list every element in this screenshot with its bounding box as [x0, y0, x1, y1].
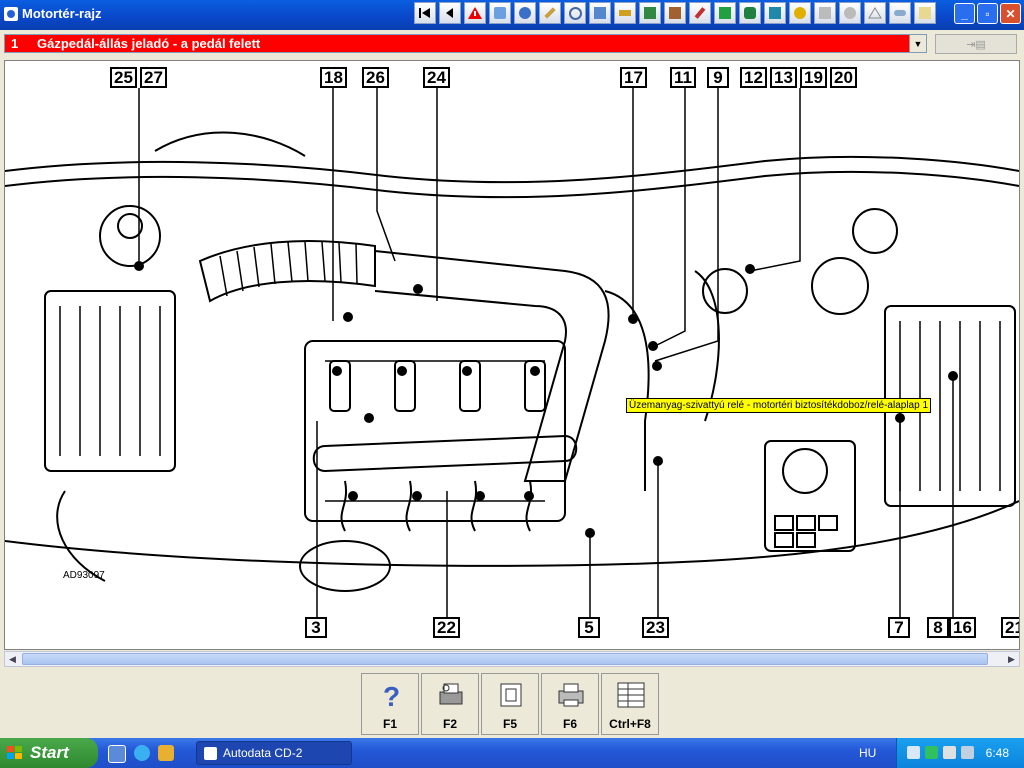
window-controls: _ ▫ ✕ — [952, 3, 1021, 24]
callout-label-24[interactable]: 24 — [423, 67, 450, 88]
filter-icon[interactable] — [614, 2, 636, 24]
f1-help-button[interactable]: ? F1 — [361, 673, 419, 735]
battery-icon[interactable] — [639, 2, 661, 24]
component-name: Gázpedál-állás jeladó - a pedál felett — [37, 36, 261, 51]
chevron-down-icon[interactable]: ▼ — [909, 35, 926, 52]
component-icon — [500, 683, 522, 707]
horizontal-scrollbar[interactable]: ◀ ▶ — [4, 651, 1020, 667]
gear-icon[interactable] — [514, 2, 536, 24]
maximize-button[interactable]: ▫ — [977, 3, 998, 24]
hand-icon[interactable] — [814, 2, 836, 24]
callout-label-11[interactable]: 11 — [670, 67, 696, 88]
ctrl-f8-list-button[interactable]: Ctrl+F8 — [601, 673, 659, 735]
circuit-icon[interactable] — [764, 2, 786, 24]
f6-print-button[interactable]: F6 — [541, 673, 599, 735]
printer-icon — [558, 683, 584, 707]
callout-label-9[interactable]: 9 — [707, 67, 729, 88]
media-player-icon[interactable] — [158, 745, 174, 761]
component-number: 1 — [11, 36, 19, 51]
callout-label-17[interactable]: 17 — [620, 67, 647, 88]
callout-label-18[interactable]: 18 — [320, 67, 347, 88]
goto-component-button[interactable]: ⇥▤ — [935, 34, 1017, 54]
callout-label-22[interactable]: 22 — [433, 617, 460, 638]
connector-icon[interactable] — [739, 2, 761, 24]
volume-icon[interactable] — [961, 746, 974, 759]
show-desktop-icon[interactable] — [108, 745, 126, 763]
taskbar-app-label: Autodata CD-2 — [223, 746, 303, 760]
prev-icon[interactable] — [439, 2, 461, 24]
autodata-app-icon — [204, 747, 217, 760]
clock: 6:48 — [985, 746, 1009, 760]
pencil-icon[interactable] — [689, 2, 711, 24]
warning-icon[interactable] — [464, 2, 486, 24]
engine-bay-drawing[interactable]: 25 27 18 26 24 17 11 9 12 13 19 20 3 22 … — [4, 60, 1020, 650]
f2-label: F2 — [442, 717, 457, 731]
drawing-code: AD93097 — [63, 570, 105, 581]
network-icon[interactable] — [907, 746, 920, 759]
display-icon[interactable] — [943, 746, 956, 759]
ctrl-f8-label: Ctrl+F8 — [609, 717, 651, 731]
function-key-bar: ? F1 F2 F5 F6 Ctrl+F8 — [361, 673, 661, 737]
car-icon[interactable] — [889, 2, 911, 24]
callout-label-19[interactable]: 19 — [800, 67, 827, 88]
triangle-icon[interactable] — [864, 2, 886, 24]
bulb-icon[interactable] — [839, 2, 861, 24]
callout-label-5[interactable]: 5 — [578, 617, 600, 638]
info-icon[interactable] — [914, 2, 936, 24]
callout-label-25[interactable]: 25 — [110, 67, 137, 88]
f5-component-button[interactable]: F5 — [481, 673, 539, 735]
callout-label-21[interactable]: 21 — [1001, 617, 1019, 638]
callout-label-13[interactable]: 13 — [770, 67, 797, 88]
callout-label-26[interactable]: 26 — [362, 67, 389, 88]
quick-launch — [108, 745, 182, 763]
f1-label: F1 — [382, 717, 397, 731]
start-button[interactable]: Start — [0, 738, 98, 768]
help-icon: ? — [383, 681, 400, 710]
callout-label-20[interactable]: 20 — [830, 67, 857, 88]
print-preview-icon — [439, 683, 463, 705]
window-title: Motortér-rajz — [22, 6, 102, 21]
list-icon — [617, 682, 645, 708]
callout-label-3[interactable]: 3 — [305, 617, 327, 638]
relay-icon[interactable] — [714, 2, 736, 24]
internet-explorer-icon[interactable] — [134, 745, 150, 761]
key-icon[interactable] — [789, 2, 811, 24]
engine-icon[interactable] — [664, 2, 686, 24]
svg-text:?: ? — [383, 681, 400, 710]
callout-label-8[interactable]: 8 — [927, 617, 949, 638]
first-icon[interactable] — [414, 2, 436, 24]
start-label: Start — [30, 743, 69, 762]
f6-label: F6 — [562, 717, 577, 731]
taskbar: Start Autodata CD-2 HU 6:48 — [0, 738, 1024, 768]
system-tray: 6:48 — [896, 738, 1024, 768]
toolbar — [414, 2, 939, 26]
callout-label-27[interactable]: 27 — [140, 67, 167, 88]
goto-icon: ⇥▤ — [966, 38, 986, 51]
f5-label: F5 — [502, 717, 517, 731]
component-tooltip: Üzemanyag-szivattyú relé - motortéri biz… — [626, 398, 932, 413]
diagram-icon[interactable] — [589, 2, 611, 24]
wrench-icon[interactable] — [539, 2, 561, 24]
engine-line-art — [5, 88, 1019, 617]
close-button[interactable]: ✕ — [1000, 3, 1021, 24]
callout-label-12[interactable]: 12 — [740, 67, 767, 88]
security-icon[interactable] — [925, 746, 938, 759]
windows-logo-icon — [7, 746, 23, 760]
taskbar-app-autodata[interactable]: Autodata CD-2 — [196, 741, 352, 765]
callout-label-16[interactable]: 16 — [949, 617, 976, 638]
scroll-right-icon[interactable]: ▶ — [1004, 652, 1019, 666]
minimize-button[interactable]: _ — [954, 3, 975, 24]
callout-label-23[interactable]: 23 — [642, 617, 669, 638]
f2-print-preview-button[interactable]: F2 — [421, 673, 479, 735]
app-icon[interactable] — [4, 7, 18, 21]
scroll-thumb[interactable] — [22, 653, 988, 665]
language-indicator[interactable]: HU — [859, 746, 876, 760]
scroll-left-icon[interactable]: ◀ — [5, 652, 20, 666]
gauge-icon[interactable] — [564, 2, 586, 24]
callout-label-7[interactable]: 7 — [888, 617, 910, 638]
component-select[interactable]: 1 Gázpedál-állás jeladó - a pedál felett… — [4, 34, 927, 53]
title-bar: Motortér-rajz _ ▫ ✕ — [0, 0, 1024, 30]
tool-icon[interactable] — [489, 2, 511, 24]
